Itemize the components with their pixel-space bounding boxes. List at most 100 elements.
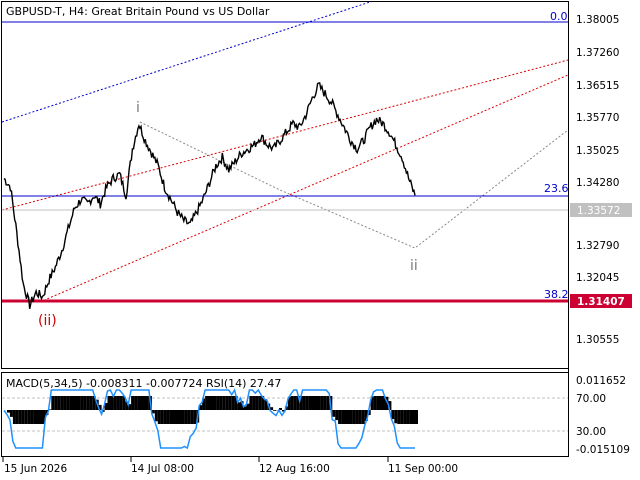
macd-bar (228, 396, 232, 410)
chart-canvas[interactable]: GBPUSD-T, H4: Great Britain Pound vs US … (0, 0, 640, 480)
macd-bar (163, 410, 167, 424)
indicator-title: MACD(5,34,5) -0.008311 -0.007724 RSI(14)… (6, 377, 281, 390)
fib-label-38-2: 38.2 (544, 288, 569, 301)
macd-bar (308, 396, 312, 410)
macd-bar (33, 410, 37, 424)
macd-bar (412, 410, 415, 424)
macd-bar (332, 410, 336, 417)
macd-bar (373, 396, 377, 410)
macd-bar (160, 410, 164, 424)
macd-bar (175, 410, 179, 424)
price-tick: 1.34280 (576, 177, 619, 189)
time-tick: 14 Jul 08:00 (131, 463, 194, 475)
macd-bar (225, 396, 229, 410)
macd-bar (80, 396, 84, 410)
macd-bar (190, 410, 194, 424)
macd-bar (358, 410, 362, 424)
price-tick: 1.38005 (576, 14, 619, 26)
macd-bar (69, 396, 73, 410)
key-level-tag-label: 1.31407 (577, 296, 625, 308)
price-tick: 1.30555 (576, 334, 619, 346)
macd-bar (409, 410, 413, 424)
price-tick: 1.36515 (576, 80, 619, 92)
macd-bar (15, 410, 19, 424)
macd-bar (290, 396, 294, 410)
current-price-tag-label: 1.33572 (577, 205, 620, 217)
macd-bar (39, 410, 43, 424)
macd-bar (326, 396, 330, 410)
macd-bar (181, 410, 185, 424)
macd-bar (231, 396, 235, 410)
macd-bar (75, 396, 78, 410)
macd-bar (110, 396, 114, 410)
macd-bar (311, 396, 315, 410)
price-tick: 1.37260 (576, 47, 619, 59)
macd-bar (216, 396, 220, 410)
window-title: GBPUSD-T, H4: Great Britain Pound vs US … (6, 5, 270, 18)
macd-bar (219, 396, 223, 410)
macd-bar (335, 410, 339, 421)
macd-bar (21, 410, 25, 424)
time-tick: 15 Jun 2026 (4, 463, 67, 475)
macd-bar (379, 396, 383, 410)
macd-bar (249, 396, 253, 410)
macd-bar (403, 410, 407, 424)
macd-bar (208, 396, 211, 410)
macd-bar (193, 410, 197, 424)
macd-bar (89, 396, 93, 410)
macd-bar (344, 410, 347, 424)
macd-bar (66, 396, 70, 410)
indicator-tick: 30.00 (576, 426, 606, 438)
price-tick: 1.32045 (576, 272, 619, 284)
macd-bar (211, 396, 214, 410)
macd-bar (394, 410, 398, 424)
wave-label-ii-gray: ii (410, 258, 418, 274)
macd-bar (349, 410, 353, 424)
macd-bar (57, 396, 61, 410)
macd-bar (107, 396, 111, 410)
macd-bar (137, 396, 141, 410)
macd-bar (83, 396, 87, 410)
macd-bar (116, 396, 120, 410)
macd-bar (113, 396, 117, 410)
macd-bar (252, 396, 256, 410)
macd-bar (258, 396, 262, 410)
macd-bar (7, 410, 10, 413)
macd-bar (154, 410, 158, 422)
macd-bar (51, 396, 55, 410)
indicator-tick: -0.015109 (576, 444, 630, 456)
time-tick: 11 Sep 00:00 (388, 463, 458, 475)
macd-bar (400, 410, 404, 424)
macd-bar (77, 396, 81, 410)
macd-bar (355, 410, 359, 424)
macd-bar (187, 410, 191, 424)
macd-bar (72, 396, 75, 410)
macd-bar (131, 396, 135, 410)
macd-bar (86, 396, 90, 410)
macd-bar (361, 410, 365, 424)
fib-label-23-6: 23.6 (544, 182, 569, 195)
macd-bar (119, 396, 123, 410)
price-tick: 1.35025 (576, 145, 619, 157)
macd-bar (305, 396, 309, 410)
macd-bar (157, 410, 161, 424)
macd-bar (205, 396, 209, 410)
macd-bar (169, 410, 173, 424)
macd-bar (415, 410, 418, 424)
macd-bar (320, 396, 324, 410)
macd-bar (213, 396, 217, 410)
macd-bar (338, 410, 342, 424)
macd-bar (143, 396, 146, 410)
macd-bar (54, 396, 58, 410)
indicator-tick: 70.00 (576, 393, 606, 405)
wave-label-i: i (136, 100, 140, 116)
time-tick: 12 Aug 16:00 (259, 463, 330, 475)
macd-bar (178, 410, 182, 424)
macd-bar (172, 410, 176, 424)
macd-bar (24, 410, 28, 424)
macd-bar (323, 396, 327, 410)
macd-bar (145, 396, 149, 410)
macd-bar (376, 396, 380, 410)
macd-bar (166, 410, 170, 424)
macd-bar (397, 410, 401, 424)
